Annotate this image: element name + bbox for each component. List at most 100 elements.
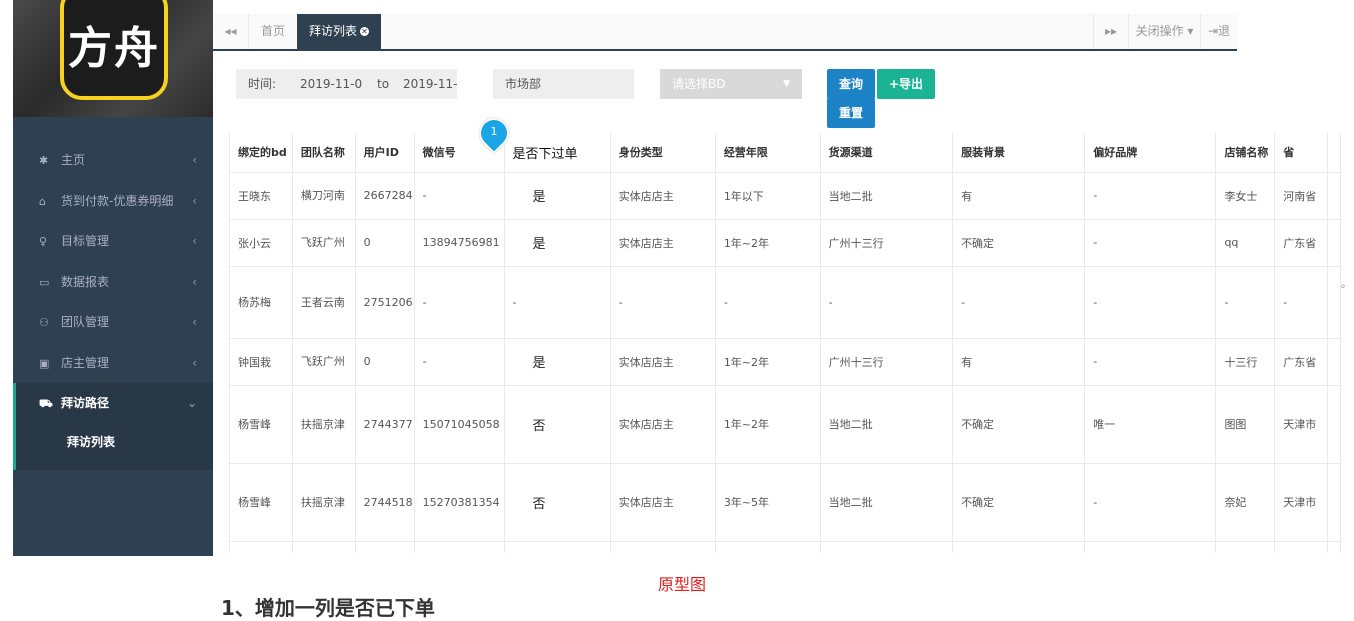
- table-cell: 2744377: [354, 384, 415, 464]
- sidebar-nav: ✱ 主页 ‹ ⌂ 货到付款-优惠券明细 ‹ ♀ 目标管理 ‹ ▭ 数据报表 ‹ ⚇ 团队管理 ‹ ▣ 店主管理 ‹…: [13, 140, 213, 470]
- column-header[interactable]: 经营年限: [714, 133, 821, 173]
- table-row-partial: [229, 540, 1341, 553]
- reset-button[interactable]: 重置: [827, 98, 875, 128]
- table-body: 王晓东 横刀河南 2667284- 是实体店店主 1年以下 当地二批有 - 李女士 河南省 张小云…: [229, 171, 1341, 553]
- table-cell: 3年~5年: [714, 462, 821, 542]
- chevron-left-icon: ‹: [192, 153, 197, 167]
- table-cell: 0: [354, 218, 415, 267]
- table-cell: [1327, 540, 1341, 553]
- column-header[interactable]: 用户ID: [354, 133, 415, 173]
- table-cell: 是: [503, 337, 611, 386]
- table-row[interactable]: 王晓东 横刀河南 2667284- 是实体店店主 1年以下 当地二批有 - 李女士 河南省: [229, 171, 1341, 220]
- table-cell: 不确定: [952, 384, 1086, 464]
- sidebar-item-visit-route[interactable]: ⛟ 拜访路径 ⌄: [13, 383, 213, 424]
- table-cell: 实体店店主: [609, 384, 716, 464]
- sidebar-item-1[interactable]: ⌂ 货到付款-优惠券明细 ‹: [13, 181, 213, 222]
- sidebar-item-label: 主页: [61, 153, 86, 167]
- table-cell: [1327, 171, 1341, 220]
- car-icon: ⛟: [39, 397, 53, 410]
- date-from-input[interactable]: 2019-11-0: [288, 69, 367, 99]
- table-cell: 扶摇京津: [291, 462, 356, 542]
- table-cell: 广州十三行: [819, 218, 954, 267]
- logout-button[interactable]: ⇥退: [1201, 14, 1237, 49]
- table-cell: -: [413, 171, 505, 220]
- bank-icon: ⌂: [39, 194, 46, 208]
- column-header[interactable]: 团队名称: [291, 133, 356, 173]
- table-row[interactable]: 杨雪峰 扶摇京津 2744377 15071045058 否实体店店主 1年~2年 当地二批…: [229, 384, 1341, 464]
- scroll-right-icon[interactable]: ▸▸: [1093, 14, 1129, 49]
- sidebar-subitem-visit-list[interactable]: 拜访列表: [13, 423, 213, 470]
- column-header[interactable]: 省: [1274, 133, 1329, 173]
- table-row[interactable]: 张小云 飞跃广州 0 13894756981 是实体店店主 1年~2年 广州十三行 不确定 - q…: [229, 218, 1341, 267]
- table-cell: [1215, 540, 1276, 553]
- table-cell: 杨苏梅: [229, 265, 293, 339]
- table-cell: 十三行: [1215, 337, 1276, 386]
- sidebar-item-4[interactable]: ⚇ 团队管理 ‹: [13, 302, 213, 343]
- sidebar: 方舟 ✱ 主页 ‹ ⌂ 货到付款-优惠券明细 ‹ ♀ 目标管理 ‹ ▭ 数据报表 ‹ ⚇ 团队管理 ‹ ▣ 店主…: [13, 0, 213, 556]
- table-cell: 当地二批: [819, 171, 954, 220]
- table-cell: 飞跃广州: [291, 218, 356, 267]
- annotation-marker-number: 1: [490, 125, 498, 138]
- table-cell: 实体店店主: [609, 218, 716, 267]
- table-cell: 杨雪峰: [229, 462, 293, 542]
- table-cell: 奈妃: [1215, 462, 1276, 542]
- table-cell: 有: [952, 337, 1086, 386]
- chevron-left-icon: ‹: [192, 315, 197, 329]
- sidebar-item-2[interactable]: ♀ 目标管理 ‹: [13, 221, 213, 262]
- query-button[interactable]: 查询: [827, 69, 875, 99]
- table-cell: -: [1215, 265, 1276, 339]
- table-cell: 当地二批: [819, 384, 954, 464]
- column-header[interactable]: 店铺名称: [1215, 133, 1276, 173]
- column-header[interactable]: 服装背景: [952, 133, 1086, 173]
- sidebar-item-label: 团队管理: [61, 315, 110, 329]
- column-header[interactable]: 是否下过单: [503, 133, 611, 173]
- table-row[interactable]: 杨雪峰 扶摇京津 2744518 15270381354 否实体店店主 3年~5年 当地二批…: [229, 462, 1341, 542]
- table-cell: 1年~2年: [714, 384, 821, 464]
- report-icon: ▭: [39, 275, 50, 289]
- chevron-left-icon: ‹: [192, 234, 197, 248]
- table-cell: 不确定: [952, 462, 1086, 542]
- app-logo[interactable]: 方舟: [60, 0, 168, 100]
- table-cell: 15270381354: [413, 462, 505, 542]
- to-label: to: [367, 69, 395, 99]
- table-cell: [819, 540, 954, 553]
- tab-visit-list-label: 拜访列表: [309, 24, 358, 38]
- close-operations-dropdown[interactable]: 关闭操作 ▾: [1129, 14, 1201, 49]
- column-header[interactable]: 绑定的bd: [229, 133, 293, 173]
- tab-visit-list[interactable]: 拜访列表 ✕: [297, 14, 382, 49]
- column-header[interactable]: 货源渠道: [819, 133, 954, 173]
- sidebar-item-0[interactable]: ✱ 主页 ‹: [13, 140, 213, 181]
- table-row[interactable]: 钟国栽 飞跃广州 0- 是实体店店主 1年~2年 广州十三行有 - 十三行 广东省: [229, 337, 1341, 386]
- logo-area: 方舟: [13, 0, 213, 117]
- column-header[interactable]: 偏好品牌: [1084, 133, 1217, 173]
- close-tab-icon[interactable]: ✕: [360, 27, 370, 36]
- table-cell: [229, 540, 293, 553]
- sidebar-item-3[interactable]: ▭ 数据报表 ‹: [13, 262, 213, 303]
- table-cell: -: [413, 337, 505, 386]
- tab-bar: ◂◂ 首页 拜访列表 ✕ ▸▸ 关闭操作 ▾ ⇥退: [213, 14, 1237, 51]
- table-row[interactable]: 杨苏梅 王者云南 2751206- - - - - - - - -: [229, 265, 1341, 339]
- table-cell: -: [503, 265, 611, 339]
- table-cell: -: [819, 265, 954, 339]
- edge-mark: ◦: [1340, 282, 1346, 293]
- scroll-left-icon[interactable]: ◂◂: [213, 14, 249, 49]
- sidebar-item-label: 拜访路径: [61, 396, 110, 410]
- chevron-left-icon: ‹: [192, 193, 197, 208]
- table-cell: [1327, 218, 1341, 267]
- shop-icon: ▣: [39, 356, 50, 370]
- prototype-caption: 原型图: [658, 575, 707, 594]
- bd-select[interactable]: 请选择BD ▼: [660, 69, 802, 99]
- team-icon: ⚇: [39, 316, 49, 329]
- department-input[interactable]: 市场部: [493, 69, 634, 99]
- tab-home[interactable]: 首页: [249, 14, 297, 49]
- logout-label: 退: [1218, 24, 1231, 38]
- sidebar-item-5[interactable]: ▣ 店主管理 ‹: [13, 343, 213, 384]
- table-cell: [503, 540, 611, 553]
- table-cell: 否: [503, 384, 611, 464]
- table-cell: 当地二批: [819, 462, 954, 542]
- date-to-input[interactable]: 2019-11-: [393, 69, 457, 99]
- export-button[interactable]: +导出: [877, 69, 935, 99]
- column-header[interactable]: [1327, 133, 1341, 173]
- column-header[interactable]: 身份类型: [609, 133, 716, 173]
- table-cell: 图图: [1215, 384, 1276, 464]
